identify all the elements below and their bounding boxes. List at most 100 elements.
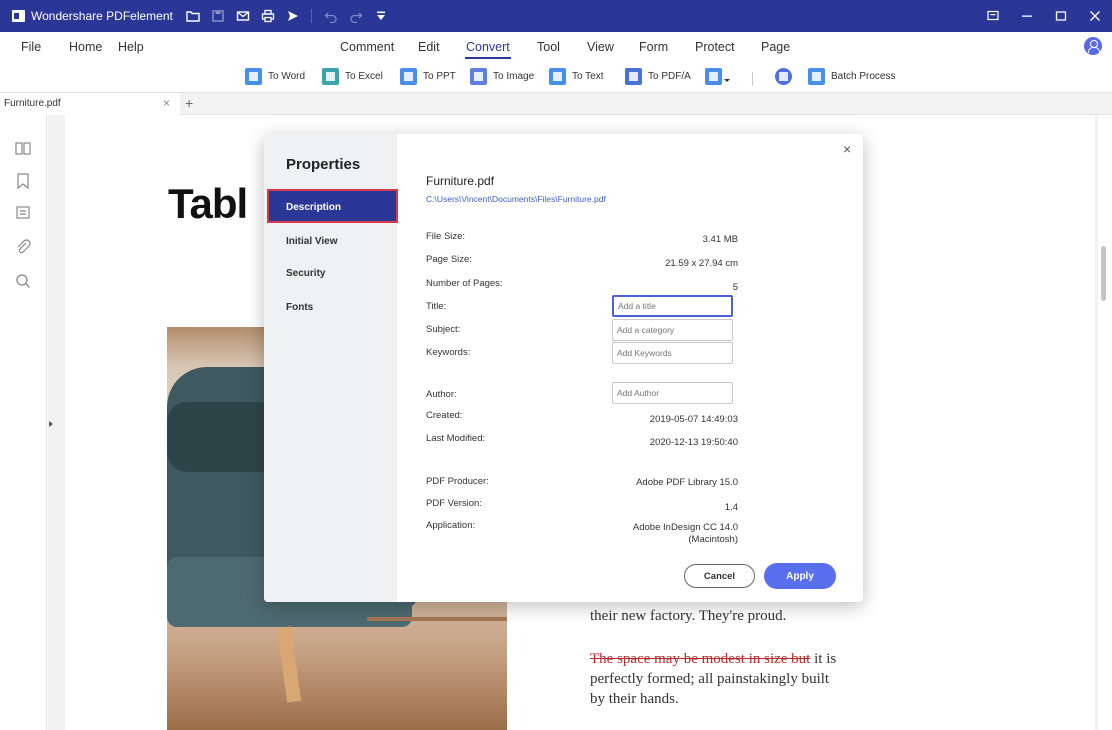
body-text-fragment: it is (810, 651, 837, 667)
menu-tool[interactable]: Tool (537, 40, 560, 54)
document-tab-bar: Furniture.pdf × + (0, 92, 1112, 115)
nav-description[interactable]: Description (267, 189, 398, 223)
word-icon (245, 68, 262, 85)
file-size-label: File Size: (426, 231, 466, 242)
to-word-button[interactable]: To Word (245, 68, 305, 85)
menu-protect[interactable]: Protect (695, 40, 735, 54)
to-excel-button[interactable]: To Excel (322, 68, 383, 85)
keywords-label: Keywords: (426, 347, 471, 358)
application-value-platform: (Macintosh) (688, 534, 738, 545)
minimize-icon[interactable] (1010, 0, 1044, 32)
menu-page[interactable]: Page (761, 40, 790, 54)
nav-fonts[interactable]: Fonts (286, 302, 313, 313)
menu-help[interactable]: Help (118, 40, 144, 54)
file-name: Furniture.pdf (426, 174, 495, 188)
expand-panel-icon[interactable] (49, 421, 53, 427)
close-icon[interactable]: × (843, 141, 851, 157)
to-text-label: To Text (572, 71, 604, 82)
producer-value: Adobe PDF Library 15.0 (636, 477, 738, 488)
tab-label: Furniture.pdf (4, 98, 61, 109)
title-input[interactable] (612, 295, 733, 317)
close-tab-icon[interactable]: × (163, 96, 170, 110)
pages-label: Number of Pages: (426, 278, 503, 289)
account-avatar-icon[interactable] (1084, 37, 1102, 55)
print-icon[interactable] (255, 7, 280, 25)
share-icon[interactable] (280, 7, 305, 25)
attachment-icon[interactable] (14, 238, 32, 256)
pages-value: 5 (732, 282, 738, 293)
chair-image-part (276, 626, 302, 703)
to-pdfa-button[interactable]: To PDF/A (625, 68, 691, 85)
body-text-line: their new factory. They're proud. (590, 608, 787, 624)
to-text-button[interactable]: To Text (549, 68, 604, 85)
author-input[interactable] (612, 382, 733, 404)
apply-button[interactable]: Apply (764, 563, 836, 589)
comment-icon[interactable] (14, 204, 32, 222)
page-heading: Tabl (168, 180, 248, 227)
batch-process-label: Batch Process (831, 71, 896, 82)
thumbnails-icon[interactable] (14, 140, 32, 158)
body-text-line: perfectly formed; all painstakingly buil… (590, 671, 830, 687)
menu-home[interactable]: Home (69, 40, 102, 54)
version-label: PDF Version: (426, 498, 482, 509)
version-value: 1.4 (724, 502, 738, 513)
dialog-title: Properties (286, 156, 361, 173)
cancel-button[interactable]: Cancel (684, 564, 755, 588)
menu-file[interactable]: File (21, 40, 41, 54)
customize-toolbar-icon[interactable] (368, 7, 393, 25)
redo-icon[interactable] (343, 7, 368, 25)
body-text-line: by their hands. (590, 691, 679, 707)
convert-toolbar: To Word To Excel To PPT To Image To Text… (0, 62, 1112, 92)
to-image-button[interactable]: To Image (470, 68, 534, 85)
feedback-icon[interactable] (976, 0, 1010, 32)
bookmark-icon[interactable] (14, 172, 32, 190)
quick-access-toolbar (180, 7, 393, 25)
left-sidebar (0, 115, 47, 730)
window-controls (976, 0, 1112, 32)
author-label: Author: (426, 389, 457, 400)
save-icon[interactable] (205, 7, 230, 25)
menu-view[interactable]: View (587, 40, 614, 54)
nav-initial-view[interactable]: Initial View (286, 236, 338, 247)
subject-input[interactable] (612, 319, 733, 341)
menu-convert[interactable]: Convert (465, 40, 511, 59)
email-icon[interactable] (230, 7, 255, 25)
application-value: Adobe InDesign CC 14.0 (632, 522, 738, 533)
image-icon (470, 68, 487, 85)
file-path-link[interactable]: C:\Users\Vincent\Documents\Files\Furnitu… (426, 194, 606, 204)
to-ppt-button[interactable]: To PPT (400, 68, 456, 85)
title-bar: Wondershare PDFelement (0, 0, 1112, 32)
batch-process-button[interactable]: Batch Process (808, 68, 895, 85)
search-icon[interactable] (14, 272, 32, 290)
excel-icon (322, 68, 339, 85)
divider (752, 72, 753, 86)
menu-form[interactable]: Form (639, 40, 668, 54)
app-logo-icon (12, 10, 25, 22)
vertical-scrollbar[interactable] (1101, 246, 1106, 301)
open-folder-icon[interactable] (180, 7, 205, 25)
settings-button[interactable] (775, 68, 792, 85)
menu-comment[interactable]: Comment (340, 40, 394, 54)
nav-security[interactable]: Security (286, 268, 325, 279)
divider (311, 9, 312, 23)
chevron-down-icon (724, 79, 730, 82)
subject-label: Subject: (426, 324, 461, 335)
gear-icon (775, 68, 792, 85)
maximize-icon[interactable] (1044, 0, 1078, 32)
close-window-icon[interactable] (1078, 0, 1112, 32)
producer-label: PDF Producer: (426, 476, 489, 487)
menu-edit[interactable]: Edit (418, 40, 440, 54)
strikethrough-text: The space may be modest in size but (590, 651, 811, 667)
more-formats-dropdown[interactable] (705, 68, 730, 85)
tab-furniture-pdf[interactable]: Furniture.pdf × (0, 93, 180, 115)
batch-icon (808, 68, 825, 85)
pdfa-icon (625, 68, 642, 85)
to-pdfa-label: To PDF/A (648, 71, 691, 82)
new-tab-icon[interactable]: + (185, 95, 193, 111)
modified-value: 2020-12-13 19:50:40 (649, 437, 738, 448)
undo-icon[interactable] (318, 7, 343, 25)
text-icon (549, 68, 566, 85)
body-text-line: The space may be modest in size but it i… (590, 649, 836, 669)
keywords-input[interactable] (612, 342, 733, 364)
properties-dialog: Properties Description Initial View Secu… (264, 134, 863, 602)
